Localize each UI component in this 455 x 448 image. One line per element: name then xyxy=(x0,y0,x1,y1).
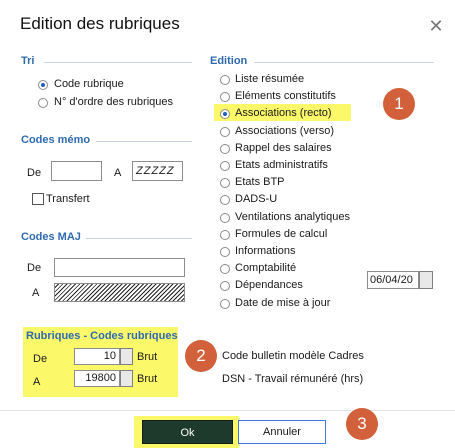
cancel-button[interactable]: Annuler xyxy=(238,420,326,444)
edition-option-label: Ventilations analytiques xyxy=(235,211,350,223)
edition-radio-0[interactable] xyxy=(220,75,230,85)
edition-radio-5[interactable] xyxy=(220,161,230,171)
edition-radio-13[interactable] xyxy=(220,299,230,309)
edition-radio-10[interactable] xyxy=(220,247,230,257)
rubriques-de-label: De xyxy=(33,353,48,365)
edition-option-label: Informations xyxy=(235,245,296,257)
rubriques-de-field[interactable]: 10 xyxy=(74,348,120,365)
codes-maj-a-field[interactable] xyxy=(54,283,185,302)
codes-memo-de-field[interactable] xyxy=(51,161,102,181)
date-picker-button[interactable] xyxy=(419,271,433,289)
edition-option-label: Associations (verso) xyxy=(235,125,335,137)
tri-radio-ordre[interactable] xyxy=(38,98,48,108)
edition-radio-1[interactable] xyxy=(220,92,230,102)
edition-option-label: Formules de calcul xyxy=(235,228,328,240)
footer-divider xyxy=(0,410,455,411)
edition-radio-3[interactable] xyxy=(220,127,230,137)
edition-radio-11[interactable] xyxy=(220,264,230,274)
annotation-badge-3: 3 xyxy=(346,408,378,440)
edition-header: Edition xyxy=(210,55,248,67)
edition-option-label: Liste résumée xyxy=(235,73,305,85)
edition-option-label: Etats administratifs xyxy=(235,159,328,171)
transfert-label: Transfert xyxy=(46,193,90,205)
edition-radio-9[interactable] xyxy=(220,230,230,240)
edition-option-label: Associations (recto) xyxy=(235,107,332,119)
codes-maj-de-field[interactable] xyxy=(54,258,185,277)
codes-maj-header: Codes MAJ xyxy=(21,231,81,243)
annotation-badge-2: 2 xyxy=(185,340,217,372)
codes-memo-header: Codes mémo xyxy=(21,134,91,146)
rubriques-a-field[interactable]: 19800 xyxy=(74,370,120,387)
info-line-1: Code bulletin modèle Cadres xyxy=(222,350,364,362)
annotation-badge-1: 1 xyxy=(383,88,415,120)
codes-memo-a-value: ZZZZZ xyxy=(136,165,175,177)
ok-button[interactable]: Ok xyxy=(142,420,233,444)
transfert-checkbox[interactable] xyxy=(32,193,44,205)
date-value: 06/04/20 xyxy=(370,274,413,286)
rubriques-de-unit: Brut xyxy=(137,351,158,363)
rubriques-de-lookup-button[interactable] xyxy=(120,348,133,365)
edition-option-label: Date de mise à jour xyxy=(235,297,331,309)
edition-radio-8[interactable] xyxy=(220,213,230,223)
edition-radio-7[interactable] xyxy=(220,195,230,205)
info-line-2: DSN - Travail rémunéré (hrs) xyxy=(222,373,364,385)
edition-option-label: Dépendances xyxy=(235,279,303,291)
rubriques-a-unit: Brut xyxy=(137,373,158,385)
codes-memo-de-label: De xyxy=(27,167,42,179)
edition-divider xyxy=(254,62,434,63)
rubriques-header: Rubriques - Codes rubriques xyxy=(26,330,178,342)
edition-option-label: Rappel des salaires xyxy=(235,142,332,154)
codes-memo-a-field[interactable]: ZZZZZ xyxy=(132,161,183,181)
date-field[interactable]: 06/04/20 xyxy=(367,271,419,289)
tri-header: Tri xyxy=(21,55,35,67)
edition-radio-4[interactable] xyxy=(220,144,230,154)
tri-radio-code[interactable] xyxy=(38,80,48,90)
codes-maj-divider xyxy=(86,238,192,239)
codes-maj-a-label: A xyxy=(32,287,40,299)
rubriques-a-label: A xyxy=(33,376,41,388)
edition-option-label: Comptabilité xyxy=(235,262,297,274)
rubriques-a-lookup-button[interactable] xyxy=(120,370,133,387)
edition-option-label: DADS-U xyxy=(235,193,278,205)
close-icon[interactable]: ✕ xyxy=(428,17,444,35)
tri-label-code: Code rubrique xyxy=(54,78,124,90)
edition-radio-6[interactable] xyxy=(220,178,230,188)
codes-memo-divider xyxy=(96,141,192,142)
codes-memo-a-label: A xyxy=(114,167,122,179)
edition-radio-2[interactable] xyxy=(220,109,230,119)
edition-radio-12[interactable] xyxy=(220,281,230,291)
tri-divider xyxy=(44,62,192,63)
edition-option-label: Etats BTP xyxy=(235,176,285,188)
tri-label-ordre: N° d'ordre des rubriques xyxy=(54,96,174,108)
dialog-title: Edition des rubriques xyxy=(20,14,180,33)
codes-maj-de-label: De xyxy=(27,262,42,274)
edition-option-label: Eléments constitutifs xyxy=(235,90,336,102)
